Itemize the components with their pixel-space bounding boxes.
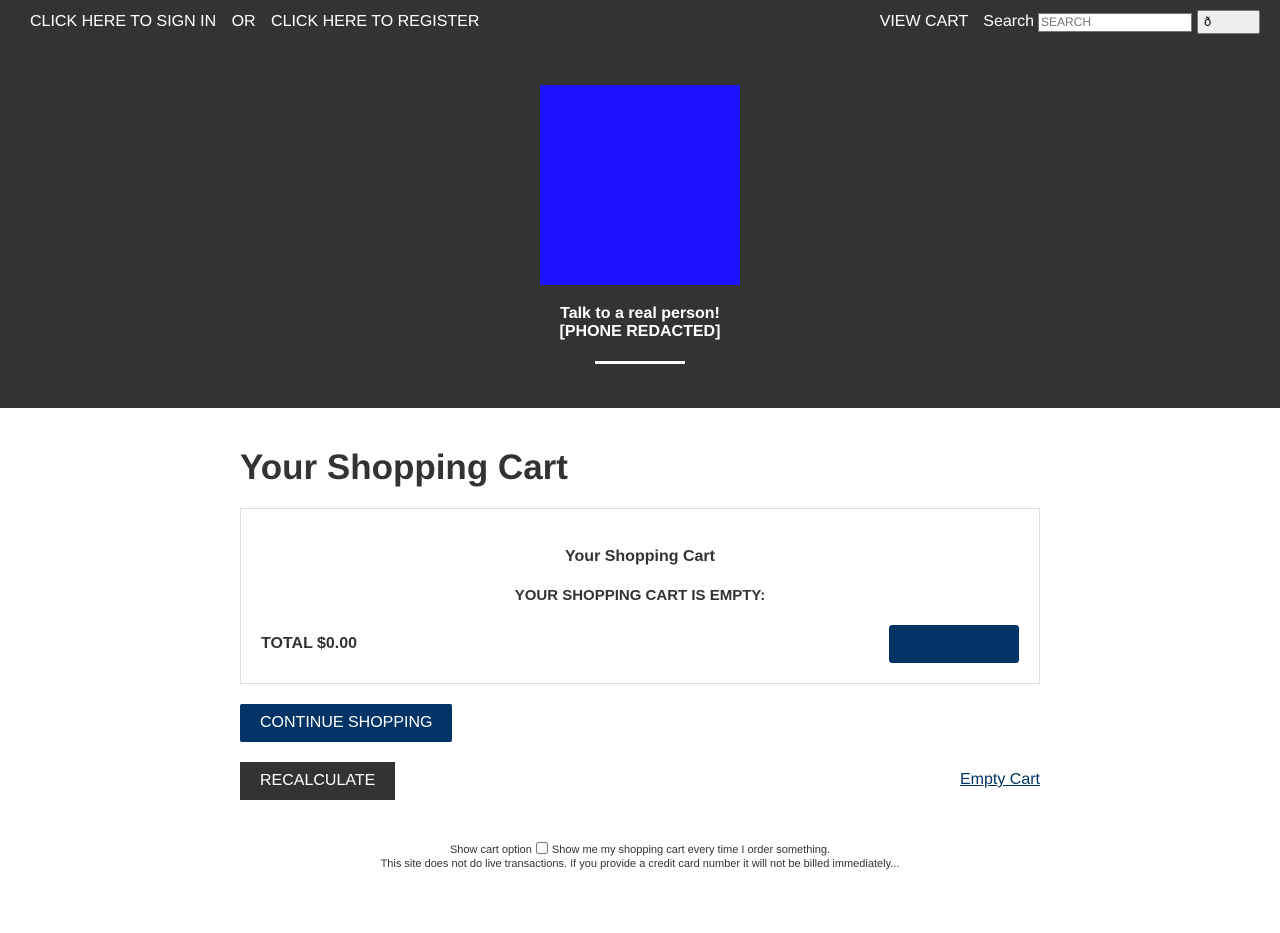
site-logo[interactable]	[540, 85, 740, 285]
site-header: CLICK HERE TO SIGN IN OR CLICK HERE TO R…	[0, 0, 1280, 408]
cart-search-area: VIEW CART Search ð	[880, 10, 1260, 34]
transaction-disclaimer: This site does not do live transactions.…	[380, 858, 900, 870]
cart-footer-note: Show cart option Show me my shopping cart…	[240, 842, 1040, 871]
view-cart-link[interactable]: VIEW CART	[880, 13, 969, 31]
continue-shopping-button[interactable]: CONTINUE SHOPPING	[240, 704, 453, 742]
search-label: Search	[983, 13, 1034, 30]
empty-cart-link[interactable]: Empty Cart	[960, 771, 1040, 789]
checkout-button[interactable]	[889, 625, 1019, 663]
show-cart-checkbox[interactable]	[535, 842, 548, 854]
search-button[interactable]: ð	[1197, 10, 1260, 34]
top-bar: CLICK HERE TO SIGN IN OR CLICK HERE TO R…	[0, 0, 1280, 44]
cart-panel: Your Shopping Cart YOUR SHOPPING CART IS…	[240, 508, 1040, 684]
cart-empty-message: YOUR SHOPPING CART IS EMPTY:	[514, 587, 766, 604]
cart-panel-title: Your Shopping Cart	[565, 548, 715, 565]
account-links: CLICK HERE TO SIGN IN OR CLICK HERE TO R…	[30, 13, 490, 31]
contact-info: Talk to a real person! [PHONE REDACTED]	[440, 305, 840, 341]
or-separator: OR	[231, 13, 256, 30]
cart-total: TOTAL $0.00	[261, 635, 358, 652]
page-title: Your Shopping Cart	[240, 448, 568, 487]
header-divider	[595, 361, 685, 364]
register-link[interactable]: CLICK HERE TO REGISTER	[271, 13, 479, 30]
search-input[interactable]	[1038, 12, 1192, 32]
recalculate-button[interactable]: RECALCULATE	[240, 762, 396, 800]
talk-heading: Talk to a real person!	[560, 305, 720, 322]
phone-number: [PHONE REDACTED]	[559, 323, 721, 340]
sign-in-link[interactable]: CLICK HERE TO SIGN IN	[30, 13, 216, 30]
show-cart-option: Show cart option Show me my shopping cart…	[240, 842, 1040, 857]
show-cart-label: Show cart option	[449, 844, 532, 856]
show-cart-text: Show me my shopping cart every time I or…	[551, 844, 831, 856]
